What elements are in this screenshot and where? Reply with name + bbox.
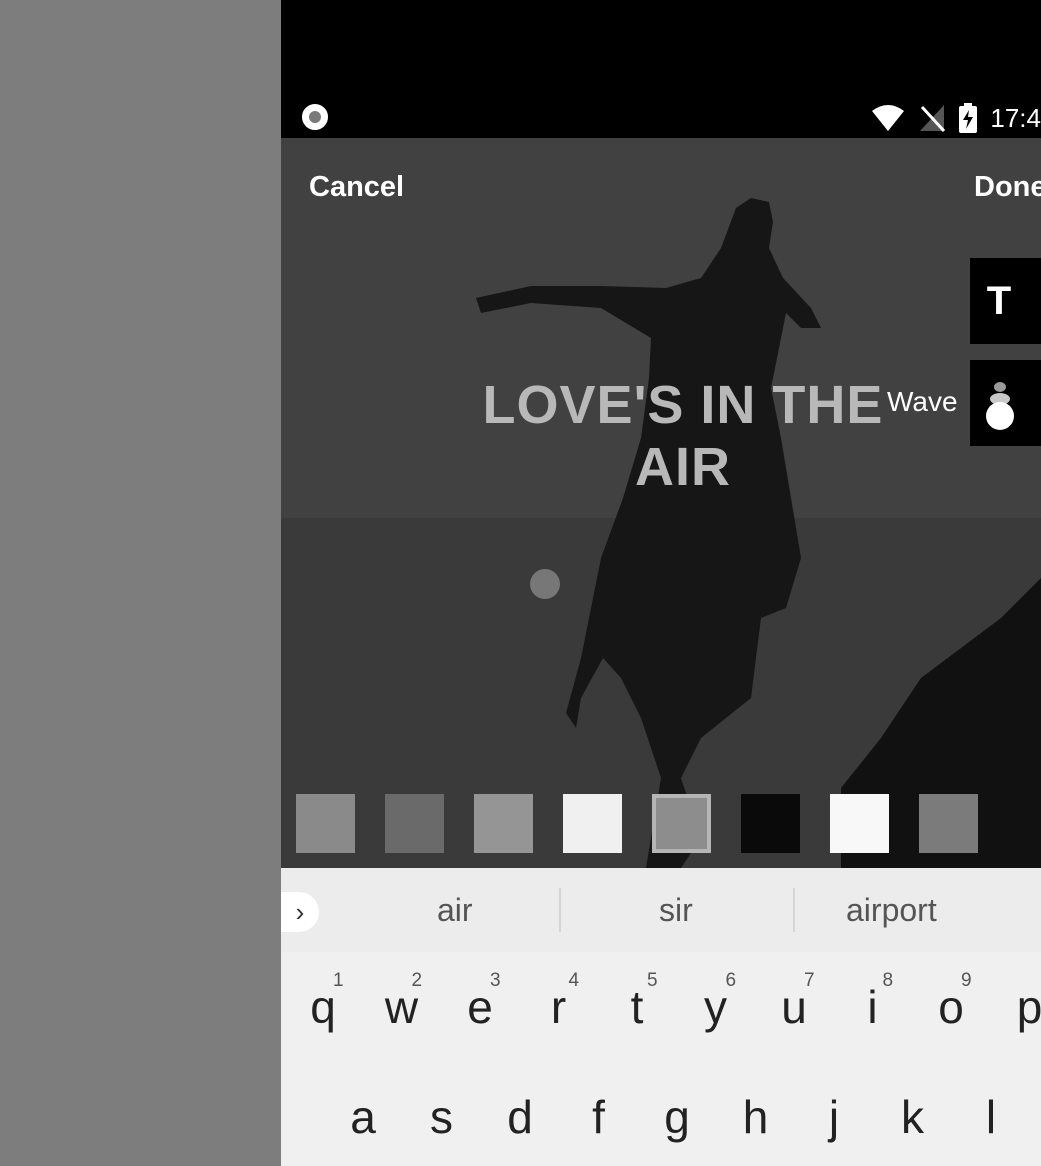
- key-number-hint: 3: [490, 970, 501, 991]
- key-s[interactable]: s: [412, 1090, 472, 1144]
- key-letter: e: [467, 981, 493, 1033]
- key-number-hint: 2: [411, 970, 423, 991]
- key-letter: f: [592, 1091, 605, 1143]
- key-t[interactable]: t5: [607, 970, 667, 1034]
- text-overlay[interactable]: LOVE'S IN THE AIR: [453, 374, 913, 498]
- color-swatch-1[interactable]: [296, 794, 355, 853]
- key-letter: g: [664, 1091, 690, 1143]
- wave-animation-icon: [986, 382, 1014, 430]
- key-letter: w: [384, 981, 419, 1033]
- keyboard: q1w2e3r4t5y6u7i8o9p asdfghjkl: [281, 952, 1041, 1166]
- key-letter: k: [901, 1091, 924, 1143]
- key-number-hint: 6: [725, 970, 737, 991]
- color-swatch-7[interactable]: [830, 794, 889, 853]
- color-swatch-5[interactable]: [652, 794, 711, 853]
- expand-suggestions-button[interactable]: ›: [281, 892, 319, 932]
- key-u[interactable]: u7: [764, 970, 824, 1034]
- key-q[interactable]: q1: [293, 970, 353, 1034]
- key-letter: a: [350, 1091, 376, 1143]
- suggestion-divider: [793, 888, 795, 932]
- key-i[interactable]: i8: [843, 970, 903, 1034]
- suggestion-divider: [559, 888, 561, 932]
- suggestion-1[interactable]: air: [437, 892, 473, 929]
- text-overlay-line-2: AIR: [635, 437, 731, 498]
- key-letter: h: [742, 1091, 769, 1143]
- key-letter: y: [704, 981, 727, 1033]
- key-number-hint: 5: [647, 970, 658, 991]
- photo-image: [281, 138, 1041, 868]
- background-panel: [0, 0, 281, 1166]
- status-icons: 17:4: [870, 98, 1041, 138]
- key-letter: u: [781, 981, 807, 1033]
- battery-charging-icon: [959, 103, 978, 133]
- key-h[interactable]: h: [726, 1090, 786, 1144]
- key-f[interactable]: f: [569, 1090, 629, 1144]
- key-k[interactable]: k: [883, 1090, 943, 1144]
- key-g[interactable]: g: [647, 1090, 707, 1144]
- key-number-hint: 4: [568, 970, 580, 991]
- key-a[interactable]: a: [333, 1090, 393, 1144]
- key-letter: t: [630, 981, 644, 1033]
- color-swatch-3[interactable]: [474, 794, 533, 853]
- font-style-label: T: [986, 278, 1012, 323]
- key-letter: s: [430, 1091, 453, 1143]
- suggestion-bar: › air sir airport: [281, 868, 1041, 952]
- key-number-hint: 8: [882, 970, 894, 991]
- photo-canvas[interactable]: Cancel Done T Wave LOVE'S IN THE AIR: [281, 138, 1041, 868]
- key-o[interactable]: o9: [921, 970, 981, 1034]
- key-w[interactable]: w2: [372, 970, 432, 1034]
- no-signal-icon: [920, 105, 946, 133]
- color-palette: [296, 794, 978, 853]
- key-letter: i: [867, 981, 878, 1033]
- status-bar: 17:4: [281, 0, 1041, 138]
- key-letter: d: [507, 1091, 533, 1143]
- key-d[interactable]: d: [490, 1090, 550, 1144]
- key-letter: o: [938, 981, 964, 1033]
- key-letter: q: [310, 981, 336, 1033]
- done-button[interactable]: Done: [974, 171, 1041, 204]
- chevron-right-icon: ›: [295, 896, 305, 927]
- key-letter: r: [550, 981, 567, 1033]
- color-swatch-2[interactable]: [385, 794, 444, 853]
- suggestion-3[interactable]: airport: [846, 892, 937, 929]
- clock: 17:4: [990, 102, 1041, 133]
- phone-screen: 17:4 Cancel Done T Wave LOVE'S IN THE AI…: [281, 0, 1041, 1166]
- key-e[interactable]: e3: [450, 970, 510, 1034]
- key-number-hint: 1: [333, 970, 344, 991]
- key-y[interactable]: y6: [686, 970, 746, 1034]
- key-j[interactable]: j: [804, 1090, 864, 1144]
- key-letter: l: [985, 1091, 997, 1143]
- key-p[interactable]: p: [1000, 980, 1041, 1034]
- key-r[interactable]: r4: [529, 970, 589, 1034]
- color-swatch-8[interactable]: [919, 794, 978, 853]
- color-swatch-4[interactable]: [563, 794, 622, 853]
- key-letter: p: [1016, 981, 1041, 1033]
- key-number-hint: 9: [961, 970, 972, 991]
- key-number-hint: 7: [804, 970, 815, 991]
- key-letter: j: [828, 1091, 840, 1143]
- color-swatch-6[interactable]: [741, 794, 800, 853]
- animation-style-button[interactable]: [970, 360, 1041, 446]
- font-style-button[interactable]: T: [970, 258, 1041, 344]
- cancel-button[interactable]: Cancel: [309, 171, 404, 204]
- wifi-icon: [872, 105, 905, 131]
- text-overlay-line-1: LOVE'S IN THE: [482, 375, 884, 435]
- recording-indicator-icon: [302, 104, 328, 130]
- suggestion-2[interactable]: sir: [659, 892, 693, 929]
- key-l[interactable]: l: [961, 1090, 1021, 1144]
